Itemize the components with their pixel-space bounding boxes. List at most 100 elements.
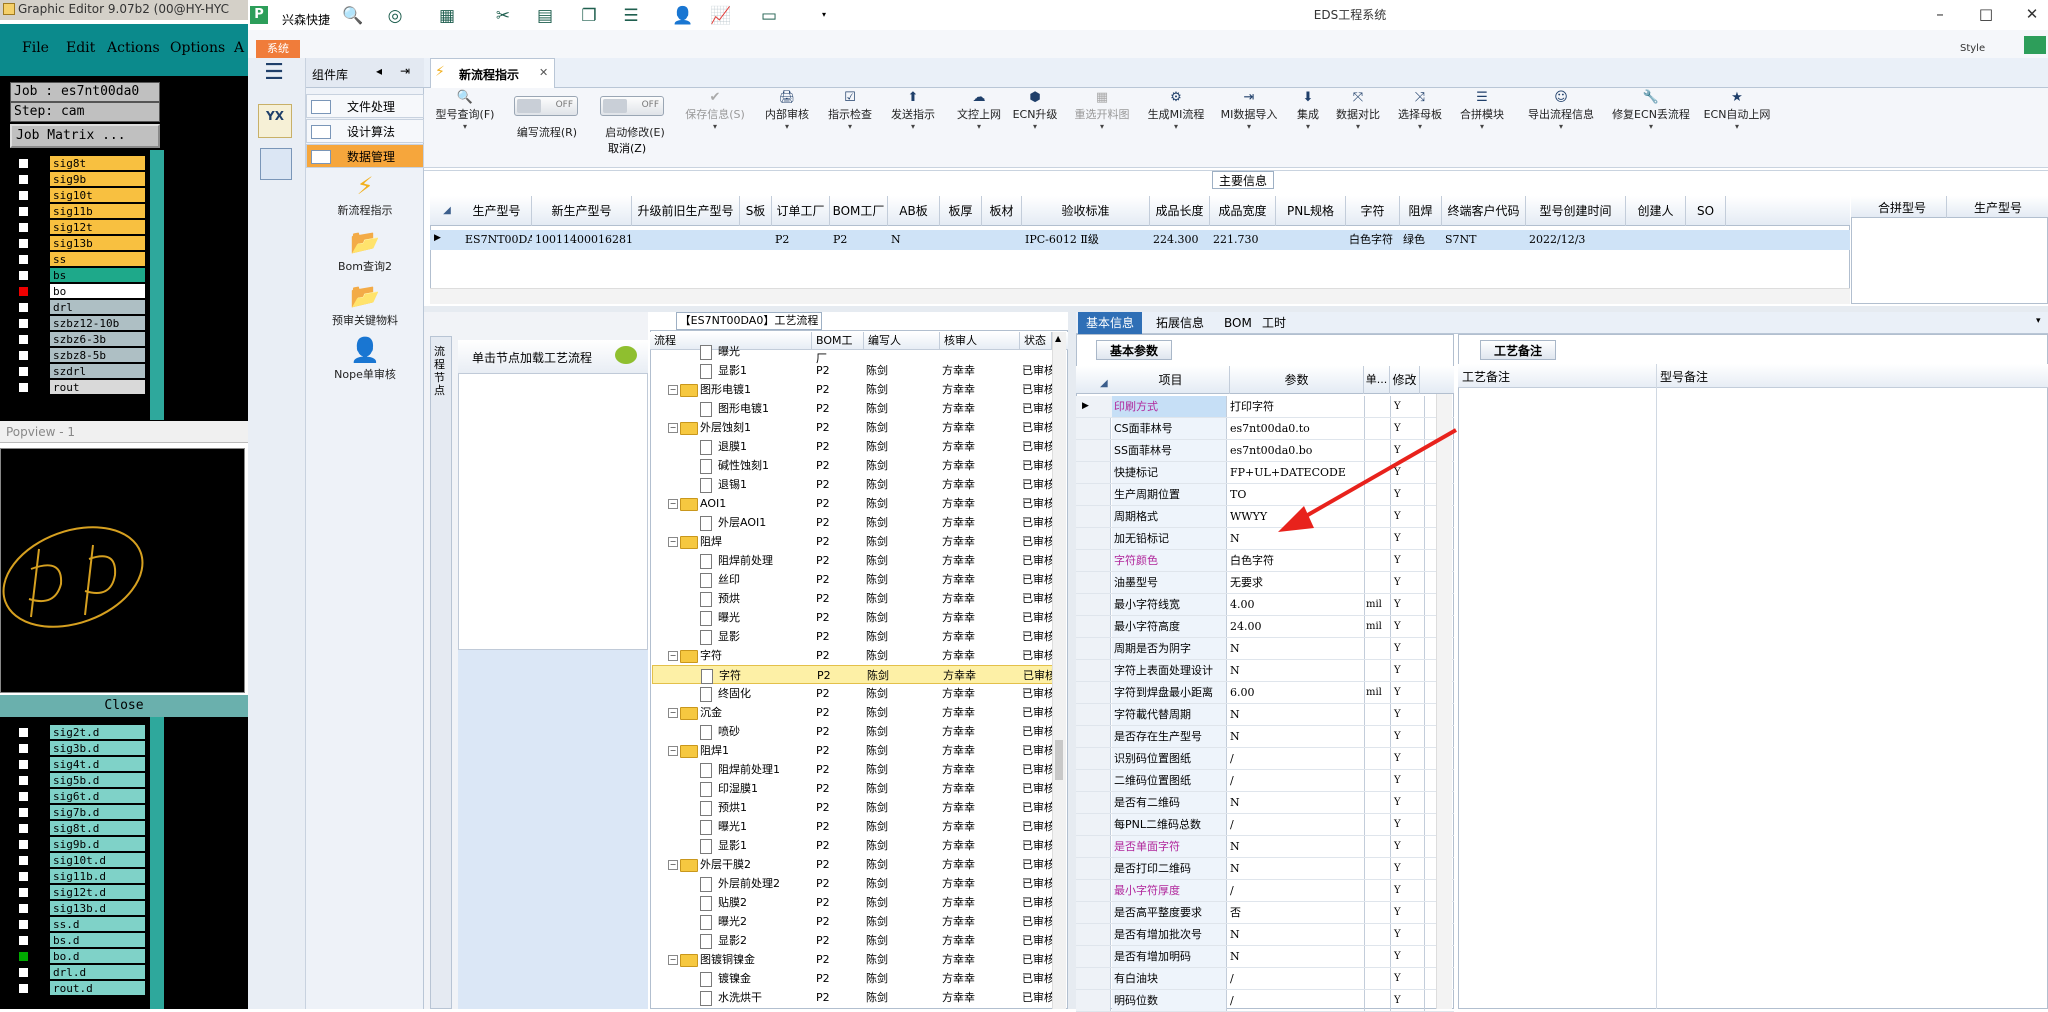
dropdown-caret-icon[interactable]: ▾ (760, 122, 814, 131)
dropdown-caret-icon[interactable]: ▾ (1070, 122, 1134, 131)
layer-checkbox[interactable] (18, 919, 29, 930)
pin-panel-icon[interactable]: ⇥ (400, 64, 410, 78)
dropdown-caret-icon[interactable]: ▾ (952, 122, 1006, 131)
layer-checkbox[interactable] (18, 807, 29, 818)
job-matrix-button[interactable]: Job Matrix ... (10, 124, 160, 148)
layer-row[interactable]: sig2t.d (12, 725, 145, 740)
param-value[interactable]: 4.00 (1228, 594, 1365, 615)
popview-canvas[interactable] (0, 448, 245, 693)
param-value[interactable]: N (1228, 858, 1365, 879)
param-row[interactable]: 是否单面字符 N Y (1076, 836, 1454, 858)
param-row[interactable]: 是否有二维码 N Y (1076, 792, 1454, 814)
layer-row[interactable]: sig12t (12, 220, 145, 235)
list-icon[interactable]: ☰ (620, 6, 642, 26)
param-value[interactable]: N (1228, 660, 1365, 681)
collapse-toggle-icon[interactable]: − (668, 499, 678, 509)
param-value[interactable]: N (1228, 704, 1365, 725)
grid-col-18[interactable]: 创建人 (1626, 196, 1686, 226)
collapse-toggle-icon[interactable]: − (668, 746, 678, 756)
tab-close-icon[interactable]: ✕ (539, 66, 548, 79)
collapse-left-icon[interactable]: ◂ (376, 64, 382, 78)
tree-node-row[interactable]: 字符 P2 陈剑 方幸幸 已审核 (652, 665, 1066, 684)
tree-node-row[interactable]: 碱性蚀刻1 P2 陈剑 方幸幸 已审核 (652, 456, 1066, 475)
close-icon[interactable]: ✕ (2018, 4, 2046, 24)
tree-folder-row[interactable]: − 字符 P2 陈剑 方幸幸 已审核 (652, 646, 1066, 665)
param-row[interactable]: 字符載代替周期 N Y (1076, 704, 1454, 726)
menu-more[interactable]: A (234, 40, 244, 56)
system-tab[interactable]: 系统 (256, 40, 300, 58)
dropdown-caret-icon[interactable]: ▾ (822, 122, 878, 131)
layer-checkbox[interactable] (18, 334, 29, 345)
param-col-modified[interactable]: 修改 (1390, 366, 1420, 394)
search-icon[interactable]: 🔍 (342, 6, 364, 26)
grid-col-9[interactable]: 板材 (982, 196, 1022, 226)
param-value[interactable]: 打印字符 (1228, 396, 1365, 417)
tree-node-row[interactable]: 退锡1 P2 陈剑 方幸幸 已审核 (652, 475, 1066, 494)
grid-icon[interactable]: ▦ (436, 6, 458, 26)
layer-checkbox[interactable] (18, 286, 29, 297)
tree-node-row[interactable]: 丝印 P2 陈剑 方幸幸 已审核 (652, 570, 1066, 589)
param-row[interactable]: 最小字符高度 24.00 mil Y (1076, 616, 1454, 638)
param-row[interactable]: 是否有增加明码 N Y (1076, 946, 1454, 968)
layer-checkbox[interactable] (18, 759, 29, 770)
toolbar-button-7[interactable]: ⬆ 发送指示 ▾ (884, 90, 942, 131)
tree-folder-row[interactable]: − 阻焊 P2 陈剑 方幸幸 已审核 (652, 532, 1066, 551)
menu-edit[interactable]: Edit (66, 40, 95, 56)
tree-node-row[interactable]: 镀镍金 P2 陈剑 方幸幸 已审核 (652, 969, 1066, 988)
layer-checkbox[interactable] (18, 366, 29, 377)
layer-checkbox[interactable] (18, 743, 29, 754)
tree-node-row[interactable]: 退膜1 P2 陈剑 方幸幸 已审核 (652, 437, 1066, 456)
param-row[interactable]: 是否存在生产型号 N Y (1076, 726, 1454, 748)
layer-checkbox[interactable] (18, 190, 29, 201)
yx-module-icon[interactable]: YX (258, 104, 292, 138)
param-row[interactable]: 每PNL二维码总数 / Y (1076, 814, 1454, 836)
dropdown-caret-icon[interactable]: ▾ (678, 122, 752, 131)
tree-node-row[interactable]: 印湿膜1 P2 陈剑 方幸幸 已审核 (652, 779, 1066, 798)
grid-col-8[interactable]: 板厚 (940, 196, 982, 226)
layer-row[interactable]: ss.d (12, 917, 145, 932)
layer-checkbox[interactable] (18, 951, 29, 962)
toolbar-button-11[interactable]: ⚙ 生成MI流程 ▾ (1142, 90, 1210, 131)
param-col-item[interactable]: 项目 (1112, 366, 1230, 394)
tree-node-row[interactable]: 曝光2 P2 陈剑 方幸幸 已审核 (652, 912, 1066, 931)
layer-row[interactable]: sig5b.d (12, 773, 145, 788)
layer-row[interactable]: sig3b.d (12, 741, 145, 756)
write-process-toggle[interactable]: OFF (514, 96, 578, 116)
toolbar-button-8[interactable]: ☁ 文控上网 ▾ (952, 90, 1006, 131)
dropdown-caret-icon[interactable]: ▾ (1394, 122, 1446, 131)
popview-close-button[interactable]: Close (0, 695, 248, 717)
tree-node-row[interactable]: 曝光1 P2 陈剑 方幸幸 已审核 (652, 817, 1066, 836)
param-value[interactable]: / (1228, 770, 1365, 791)
layer-checkbox[interactable] (18, 839, 29, 850)
toolbar-button-16[interactable]: ☰ 合拼模块 ▾ (1456, 90, 1508, 131)
layer-checkbox[interactable] (18, 967, 29, 978)
layer-row[interactable]: sig13b.d (12, 901, 145, 916)
tree-folder-row[interactable]: − 外层蚀刻1 P2 陈剑 方幸幸 已审核 (652, 418, 1066, 437)
collapse-toggle-icon[interactable]: − (668, 385, 678, 395)
collapse-toggle-icon[interactable]: − (668, 860, 678, 870)
layer-row[interactable]: sig8t (12, 156, 145, 171)
menu-actions[interactable]: Actions (107, 40, 160, 56)
param-row[interactable]: 是否有增加批次号 N Y (1076, 924, 1454, 946)
process-tree-scrollbar[interactable]: ▲ (1052, 332, 1066, 1009)
dropdown-caret-icon[interactable]: ▾ (1524, 122, 1598, 131)
chart-icon[interactable]: 📈 (710, 6, 732, 26)
tree-node-row[interactable]: 显影 P2 陈剑 方幸幸 已审核 (652, 627, 1066, 646)
copy-icon[interactable]: ❐ (578, 6, 600, 26)
grid-col-10[interactable]: 验收标准 (1022, 196, 1150, 226)
tree-node-row[interactable]: 预烘1 P2 陈剑 方幸幸 已审核 (652, 798, 1066, 817)
minimize-icon[interactable]: – (1926, 4, 1954, 24)
tree-node-row[interactable]: 外层前处理2 P2 陈剑 方幸幸 已审核 (652, 874, 1066, 893)
layer-row[interactable]: szdrl (12, 364, 145, 379)
layer-checkbox[interactable] (18, 318, 29, 329)
toolbar-button-19[interactable]: ★ ECN自动上网 ▾ (1702, 90, 1772, 131)
param-col-unit[interactable]: 单... (1364, 366, 1390, 394)
param-row[interactable]: 字符上表面处理设计 N Y (1076, 660, 1454, 682)
param-value[interactable]: / (1228, 748, 1365, 769)
param-value[interactable]: N (1228, 638, 1365, 659)
layer-row[interactable]: sig8t.d (12, 821, 145, 836)
collapse-toggle-icon[interactable]: − (668, 651, 678, 661)
vertical-splitter[interactable] (1068, 312, 1076, 1009)
tree-node-row[interactable]: 显影1 P2 陈剑 方幸幸 已审核 (652, 836, 1066, 855)
layer-row[interactable]: bs (12, 268, 145, 283)
